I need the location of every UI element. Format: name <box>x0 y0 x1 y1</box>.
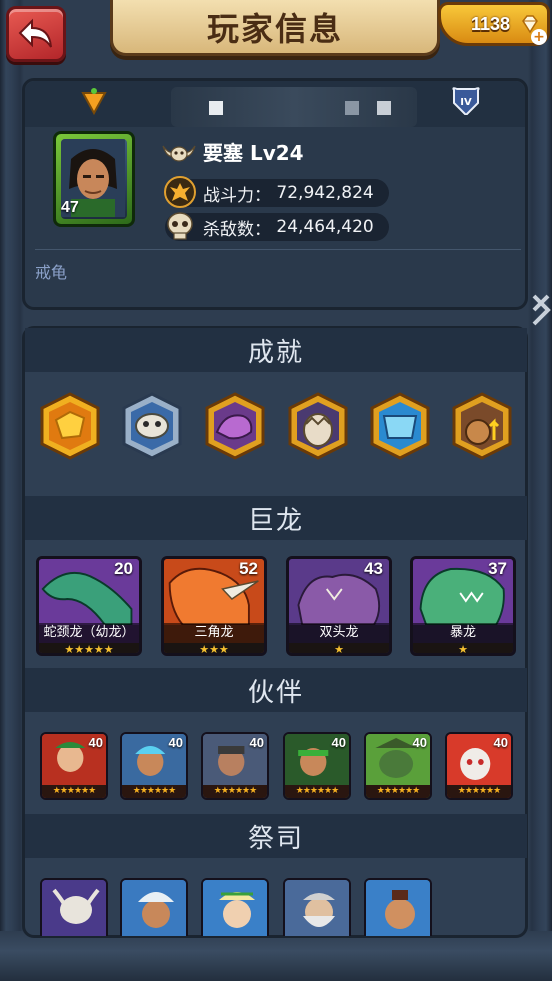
priest-portrait-icon <box>285 880 349 936</box>
priest-card[interactable] <box>40 878 108 936</box>
power-stat: 战斗力： 72,942,824 <box>164 176 389 208</box>
achievement-badge[interactable] <box>118 392 186 460</box>
dragon-skull-icon <box>122 392 182 460</box>
power-value: 72,942,824 <box>276 183 374 203</box>
achievement-badge[interactable] <box>36 392 104 460</box>
dragon-card[interactable]: 37 暴龙 ★ <box>410 556 516 656</box>
achievements-header: 成就 <box>25 328 527 372</box>
partner-card[interactable]: 40 ★★★★★★ <box>445 732 513 800</box>
priest-card[interactable] <box>120 878 188 936</box>
priests-header: 祭司 <box>25 814 527 858</box>
title-banner: 玩家信息 <box>110 0 440 56</box>
partner-card[interactable]: 40 ★★★★★★ <box>201 732 269 800</box>
add-gems-icon[interactable]: + <box>531 29 547 45</box>
skull-kills-icon <box>167 212 193 240</box>
dragons-header: 巨龙 <box>25 496 527 540</box>
achievement-badge[interactable] <box>284 392 352 460</box>
gold-nugget-icon <box>40 392 100 460</box>
kills-value: 24,464,420 <box>276 217 374 237</box>
dragon-card[interactable]: 43 双头龙 ★ <box>286 556 392 656</box>
side-close-icon[interactable] <box>530 290 552 330</box>
partner-card[interactable]: 40 ★★★★★★ <box>283 732 351 800</box>
broken-egg-icon <box>288 392 348 460</box>
priest-portrait-icon <box>42 880 106 936</box>
profile-panel: IV 47 要塞 Lv24 战斗力： 72,942,824 杀敌数： 24,46… <box>22 78 528 310</box>
priest-portrait-icon <box>366 880 430 936</box>
divider <box>35 249 521 250</box>
achievement-badge[interactable] <box>448 392 516 460</box>
partners-header: 伙伴 <box>25 668 527 712</box>
phoenix-power-icon <box>164 176 196 208</box>
player-name-hidden <box>171 87 417 127</box>
back-arrow-icon <box>18 18 52 48</box>
guild-name: 要塞 Lv24 <box>203 141 304 165</box>
player-motto: 戒龟 <box>35 263 68 282</box>
partner-card[interactable]: 40 ★★★★★★ <box>364 732 432 800</box>
achievement-badge[interactable] <box>366 392 434 460</box>
partner-card[interactable]: 40 ★★★★★★ <box>120 732 188 800</box>
rank-pennant-icon <box>81 88 107 116</box>
tier-shield-icon: IV <box>452 87 480 115</box>
back-button[interactable] <box>6 6 66 62</box>
gold-sack-upgrade-icon <box>452 392 512 460</box>
horned-skull-icon <box>162 145 196 162</box>
page-title: 玩家信息 <box>206 9 343 48</box>
priest-card[interactable] <box>364 878 432 936</box>
dragon-card[interactable]: 52 三角龙 ★★★ <box>161 556 267 656</box>
priest-portrait-icon <box>203 880 267 936</box>
bottom-frame <box>0 931 552 981</box>
gem-counter[interactable]: 1138 + <box>438 2 550 46</box>
achievement-badge[interactable] <box>201 392 269 460</box>
purple-dragon-icon <box>205 392 265 460</box>
ice-dragon-icon <box>370 392 430 460</box>
gem-count: 1138 <box>471 13 511 34</box>
svg-text:IV: IV <box>460 97 472 108</box>
priest-card[interactable] <box>283 878 351 936</box>
priest-portrait-icon <box>122 880 186 936</box>
partner-card[interactable]: 40 ★★★★★★ <box>40 732 108 800</box>
priest-card[interactable] <box>201 878 269 936</box>
kills-stat: 杀敌数： 24,464,420 <box>165 212 389 241</box>
dragon-card[interactable]: 20 蛇颈龙（幼龙） ★★★★★ <box>36 556 142 656</box>
guild-row: 要塞 Lv24 <box>161 137 304 166</box>
avatar-level: 47 <box>61 199 79 216</box>
